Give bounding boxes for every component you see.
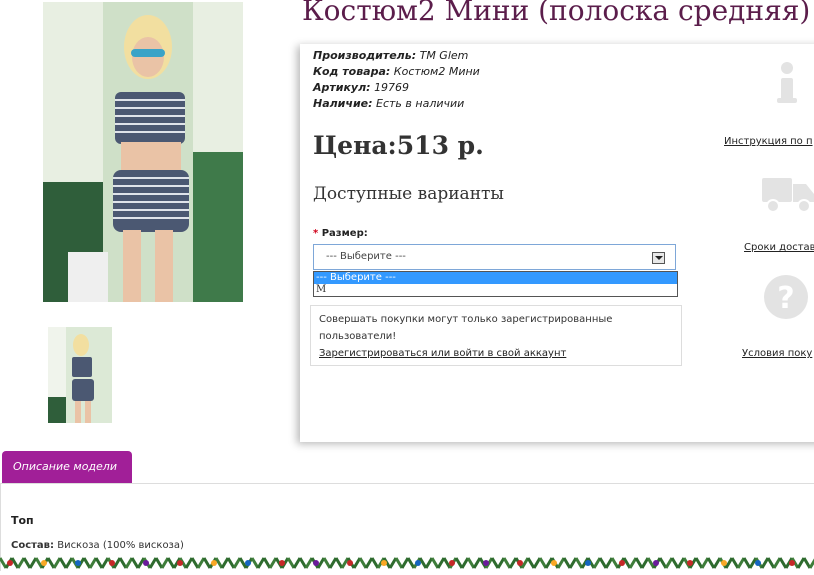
chevron-down-icon[interactable] <box>652 252 665 264</box>
info-icon[interactable] <box>759 56 814 112</box>
svg-text:?: ? <box>777 281 794 316</box>
availability-row: Наличие: Есть в наличии <box>313 96 480 112</box>
product-thumbnail[interactable] <box>48 327 112 423</box>
size-select-value: --- Выберите --- <box>326 251 406 262</box>
product-price: Цена:513 р. <box>313 131 484 160</box>
size-label-text: Размер: <box>321 228 368 239</box>
login-notice-text: Совершать покупки могут только зарегистр… <box>319 314 613 342</box>
composition-row: Состав: Вискоза (100% вискоза) <box>11 540 184 551</box>
christmas-garland <box>0 555 814 571</box>
description-top-label: Топ <box>11 514 34 527</box>
manufacturer-row: Производитель: TM Glem <box>313 48 480 64</box>
product-photo-illustration <box>43 2 243 302</box>
product-main-image[interactable] <box>43 2 243 302</box>
size-dropdown-list[interactable]: --- Выберите --- M <box>313 271 678 297</box>
code-row: Код товара: Костюм2 Мини <box>313 64 480 80</box>
login-notice: Совершать покупки могут только зарегистр… <box>310 305 682 366</box>
composition-label: Состав: <box>11 540 55 551</box>
tab-description[interactable]: Описание модели <box>2 451 132 483</box>
code-value: Костюм2 Мини <box>393 65 480 78</box>
thumbnail-illustration <box>48 327 112 423</box>
article-value: 19769 <box>374 81 410 94</box>
question-icon[interactable]: ? <box>761 272 814 328</box>
instructions-link[interactable]: Инструкция по п <box>724 136 813 147</box>
availability-value: Есть в наличии <box>376 97 465 110</box>
variants-heading: Доступные варианты <box>313 184 504 204</box>
tab-divider <box>0 483 814 484</box>
register-login-link[interactable]: Зарегистрироваться или войти в свой акка… <box>319 348 566 359</box>
product-title: Костюм2 Мини (полоска средняя) <box>302 0 811 27</box>
truck-icon[interactable] <box>760 170 814 226</box>
manufacturer-value: TM Glem <box>419 49 469 62</box>
article-row: Артикул: 19769 <box>313 80 480 96</box>
product-meta: Производитель: TM Glem Код товара: Костю… <box>313 48 480 112</box>
availability-label: Наличие: <box>313 97 373 110</box>
required-mark: * <box>313 228 319 239</box>
article-label: Артикул: <box>313 81 371 94</box>
size-option-m[interactable]: M <box>314 284 677 296</box>
terms-link[interactable]: Условия поку <box>742 348 812 359</box>
composition-value: Вискоза (100% вискоза) <box>57 540 184 551</box>
size-select[interactable]: --- Выберите --- <box>313 244 676 270</box>
delivery-link[interactable]: Сроки достав <box>744 242 814 253</box>
size-option-placeholder[interactable]: --- Выберите --- <box>314 272 677 284</box>
size-label: * Размер: <box>313 228 368 239</box>
code-label: Код товара: <box>313 65 391 78</box>
manufacturer-label: Производитель: <box>313 49 417 62</box>
